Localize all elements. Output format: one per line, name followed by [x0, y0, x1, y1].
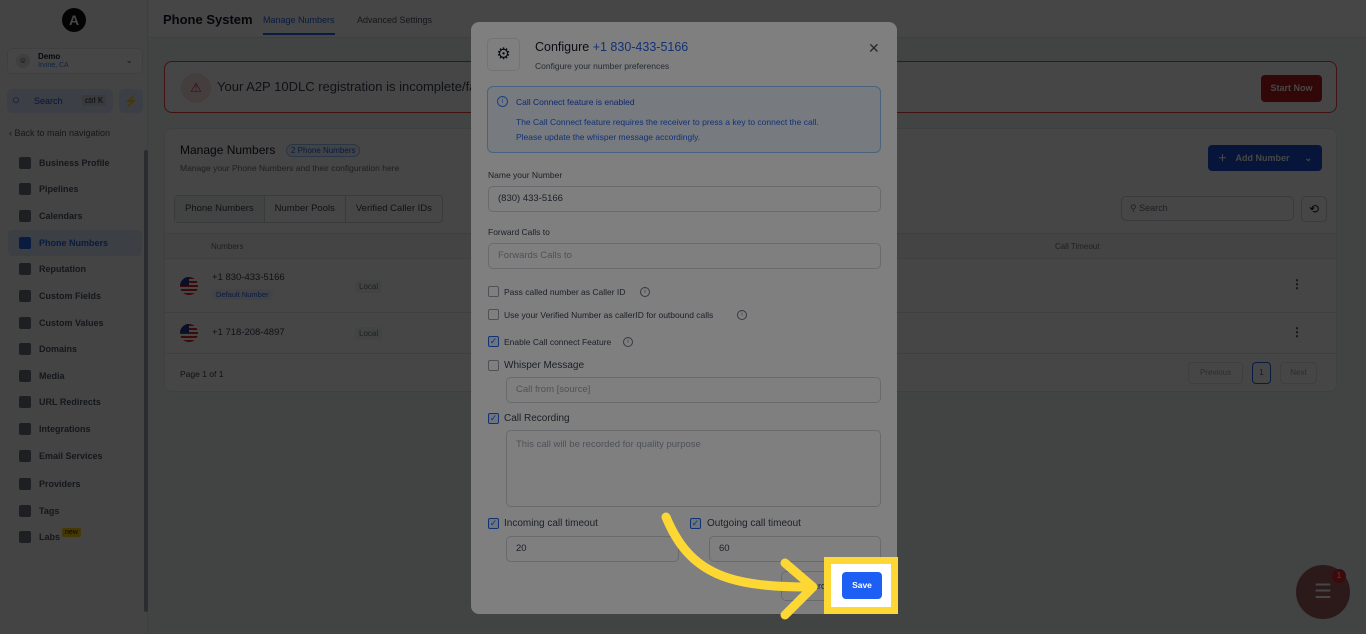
- save-highlight: Save: [824, 557, 898, 614]
- pointer-arrow-icon: [661, 512, 818, 620]
- save-button[interactable]: Save: [842, 572, 882, 599]
